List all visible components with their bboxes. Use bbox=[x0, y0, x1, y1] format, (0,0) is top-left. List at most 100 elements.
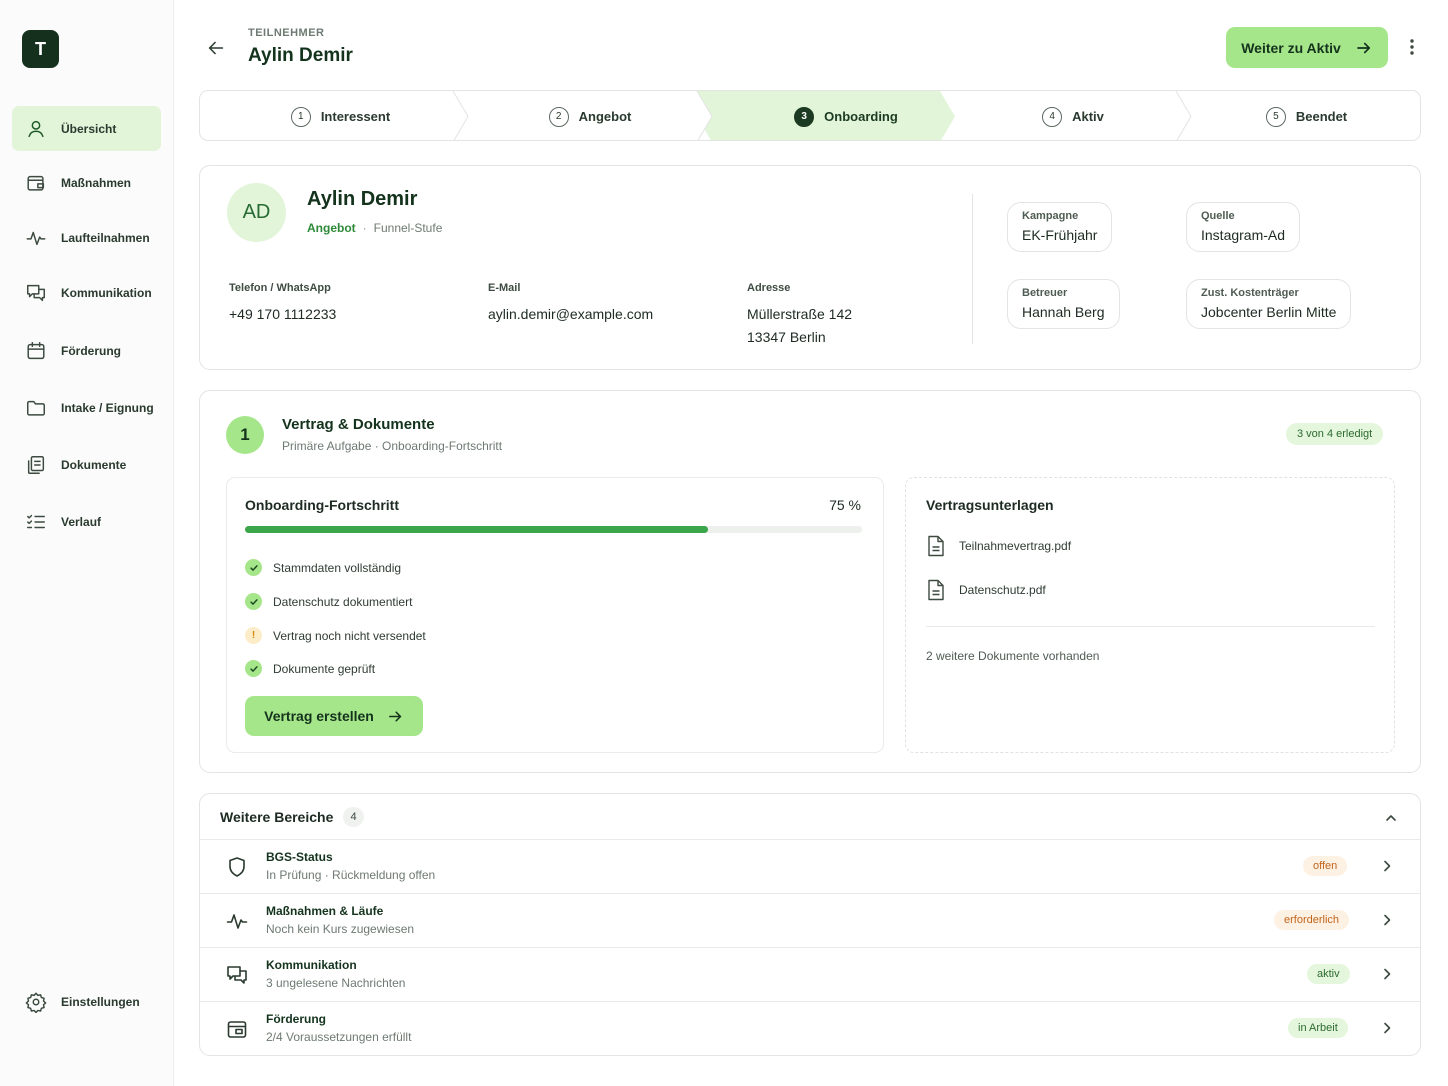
status-badge: offen bbox=[1303, 856, 1348, 876]
task-card: 1 Vertrag & Dokumente Primäre Aufgabe · … bbox=[199, 390, 1421, 773]
next-stage-button[interactable]: Weiter zu Aktiv bbox=[1226, 27, 1388, 68]
create-contract-button[interactable]: Vertrag erstellen bbox=[245, 696, 423, 736]
task-title: Vertrag & Dokumente bbox=[282, 416, 435, 433]
main-content: TEILNEHMER Aylin Demir Weiter zu Aktiv 1… bbox=[174, 0, 1448, 1086]
phone-value[interactable]: +49 170 1112233 bbox=[229, 303, 336, 326]
progress-bar bbox=[245, 526, 862, 533]
documents-title: Vertragsunterlagen bbox=[926, 497, 1054, 513]
check-icon bbox=[245, 559, 262, 576]
area-row-massnahmen[interactable]: Maßnahmen & Läufe Noch kein Kurs zugewie… bbox=[200, 893, 1420, 947]
area-subtitle: 2/4 Voraussetzungen erfüllt bbox=[266, 1030, 412, 1044]
stage-value: Angebot bbox=[307, 221, 356, 235]
stage-label: Funnel-Stufe bbox=[373, 221, 443, 235]
document-item[interactable]: Teilnahmevertrag.pdf bbox=[926, 535, 1071, 557]
areas-card: Weitere Bereiche 4 BGS-Status In Prüfung… bbox=[199, 793, 1421, 1056]
check-item: Dokumente geprüft bbox=[245, 660, 375, 677]
arrow-right-icon bbox=[1356, 42, 1370, 53]
sidebar-item-laufteilnahmen[interactable]: Laufteilnahmen bbox=[12, 215, 161, 260]
step-beendet[interactable]: 5 Beendet bbox=[1191, 91, 1420, 140]
sidebar-item-label: Kommunikation bbox=[61, 285, 152, 300]
page-title: Aylin Demir bbox=[248, 45, 353, 66]
step-onboarding[interactable]: 3 Onboarding bbox=[712, 91, 980, 140]
chip-value: Instagram-Ad bbox=[1201, 227, 1286, 243]
progress-title: Onboarding-Fortschritt bbox=[245, 497, 399, 513]
stage-separator: · bbox=[362, 221, 367, 235]
participant-name: Aylin Demir bbox=[307, 188, 418, 210]
chevron-right-icon bbox=[1384, 860, 1391, 872]
chat-icon bbox=[27, 284, 45, 301]
sidebar-item-label: Intake / Eignung bbox=[61, 400, 154, 415]
task-status-badge: 3 von 4 erledigt bbox=[1286, 423, 1384, 445]
chip-kampagne: Kampagne EK-Frühjahr bbox=[1007, 202, 1113, 252]
sidebar: T Übersicht Maßnahmen Laufteilnahmen Kom… bbox=[0, 0, 174, 1086]
status-badge: erforderlich bbox=[1274, 910, 1350, 930]
step-number: 4 bbox=[1042, 106, 1063, 127]
sidebar-item-foerderung[interactable]: Förderung bbox=[12, 328, 161, 373]
area-title: Förderung bbox=[266, 1012, 326, 1026]
chip-label: Betreuer bbox=[1022, 287, 1068, 299]
chip-value: EK-Frühjahr bbox=[1022, 227, 1098, 243]
divider bbox=[972, 194, 973, 344]
gear-icon bbox=[25, 992, 47, 1013]
phone-label: Telefon / WhatsApp bbox=[229, 282, 331, 294]
app-logo[interactable]: T bbox=[22, 30, 59, 68]
sidebar-item-label: Förderung bbox=[61, 343, 121, 358]
sidebar-item-label: Verlauf bbox=[61, 514, 102, 529]
documents-icon bbox=[27, 455, 45, 474]
user-icon bbox=[28, 120, 44, 137]
sidebar-item-kommunikation[interactable]: Kommunikation bbox=[12, 270, 161, 315]
check-item: Datenschutz dokumentiert bbox=[245, 593, 412, 610]
progress-percent: 75 % bbox=[829, 497, 861, 513]
email-label: E-Mail bbox=[488, 282, 521, 294]
status-badge: aktiv bbox=[1307, 964, 1350, 984]
chip-label: Zust. Kostenträger bbox=[1201, 287, 1299, 299]
email-value[interactable]: aylin.demir@example.com bbox=[488, 303, 653, 326]
document-name: Teilnahmevertrag.pdf bbox=[959, 539, 1072, 553]
chevron-right-icon bbox=[1384, 968, 1391, 980]
step-interessent[interactable]: 1 Interessent bbox=[200, 91, 481, 140]
chevron-up-icon[interactable] bbox=[1383, 810, 1399, 826]
sidebar-item-label: Laufteilnahmen bbox=[61, 230, 150, 245]
checklist-icon bbox=[27, 514, 45, 528]
check-label: Datenschutz dokumentiert bbox=[273, 594, 413, 609]
sidebar-item-massnahmen[interactable]: Maßnahmen bbox=[12, 160, 161, 205]
shield-icon bbox=[229, 857, 245, 877]
document-item[interactable]: Datenschutz.pdf bbox=[926, 579, 1046, 601]
activity-icon bbox=[26, 231, 46, 245]
divider bbox=[926, 626, 1375, 627]
sidebar-item-label: Dokumente bbox=[61, 457, 127, 472]
sidebar-item-label: Übersicht bbox=[61, 121, 117, 136]
chip-kostentraeger: Zust. Kostenträger Jobcenter Berlin Mitt… bbox=[1186, 279, 1352, 329]
address-line2: 13347 Berlin bbox=[747, 329, 826, 345]
sidebar-item-uebersicht[interactable]: Übersicht bbox=[12, 106, 161, 151]
funnel-stage: Angebot · Funnel-Stufe bbox=[307, 221, 442, 235]
breadcrumb: TEILNEHMER bbox=[248, 27, 325, 39]
area-title: Maßnahmen & Läufe bbox=[266, 904, 384, 918]
sidebar-item-dokumente[interactable]: Dokumente bbox=[12, 442, 161, 487]
sidebar-item-intake[interactable]: Intake / Eignung bbox=[12, 385, 161, 430]
chip-quelle: Quelle Instagram-Ad bbox=[1186, 202, 1301, 252]
sidebar-item-verlauf[interactable]: Verlauf bbox=[12, 499, 161, 544]
file-icon bbox=[928, 535, 944, 557]
profile-card: AD Aylin Demir Angebot · Funnel-Stufe Te… bbox=[199, 165, 1421, 370]
area-title: Kommunikation bbox=[266, 958, 357, 972]
area-subtitle: 3 ungelesene Nachrichten bbox=[266, 976, 406, 990]
folder-icon bbox=[27, 400, 45, 416]
back-arrow-icon[interactable] bbox=[205, 37, 227, 59]
step-angebot[interactable]: 2 Angebot bbox=[468, 91, 712, 140]
step-label: Aktiv bbox=[1072, 109, 1104, 124]
arrow-right-icon bbox=[388, 710, 402, 722]
area-row-bgs[interactable]: BGS-Status In Prüfung · Rückmeldung offe… bbox=[200, 839, 1420, 893]
area-row-foerderung[interactable]: Förderung 2/4 Voraussetzungen erfüllt in… bbox=[200, 1001, 1420, 1055]
sidebar-item-einstellungen[interactable]: Einstellungen bbox=[12, 979, 161, 1024]
wallet-icon bbox=[27, 175, 45, 191]
area-row-kommunikation[interactable]: Kommunikation 3 ungelesene Nachrichten a… bbox=[200, 947, 1420, 1001]
file-icon bbox=[928, 579, 944, 601]
stage-stepper: 1 Interessent 2 Angebot 3 Onboarding 4 A… bbox=[199, 90, 1421, 141]
more-options-icon[interactable] bbox=[1402, 36, 1422, 58]
step-aktiv[interactable]: 4 Aktiv bbox=[955, 91, 1191, 140]
check-item: Stammdaten vollständig bbox=[245, 559, 401, 576]
chip-value: Hannah Berg bbox=[1022, 304, 1105, 320]
more-documents-link[interactable]: 2 weitere Dokumente vorhanden bbox=[926, 649, 1099, 663]
step-number: 1 bbox=[290, 106, 311, 127]
